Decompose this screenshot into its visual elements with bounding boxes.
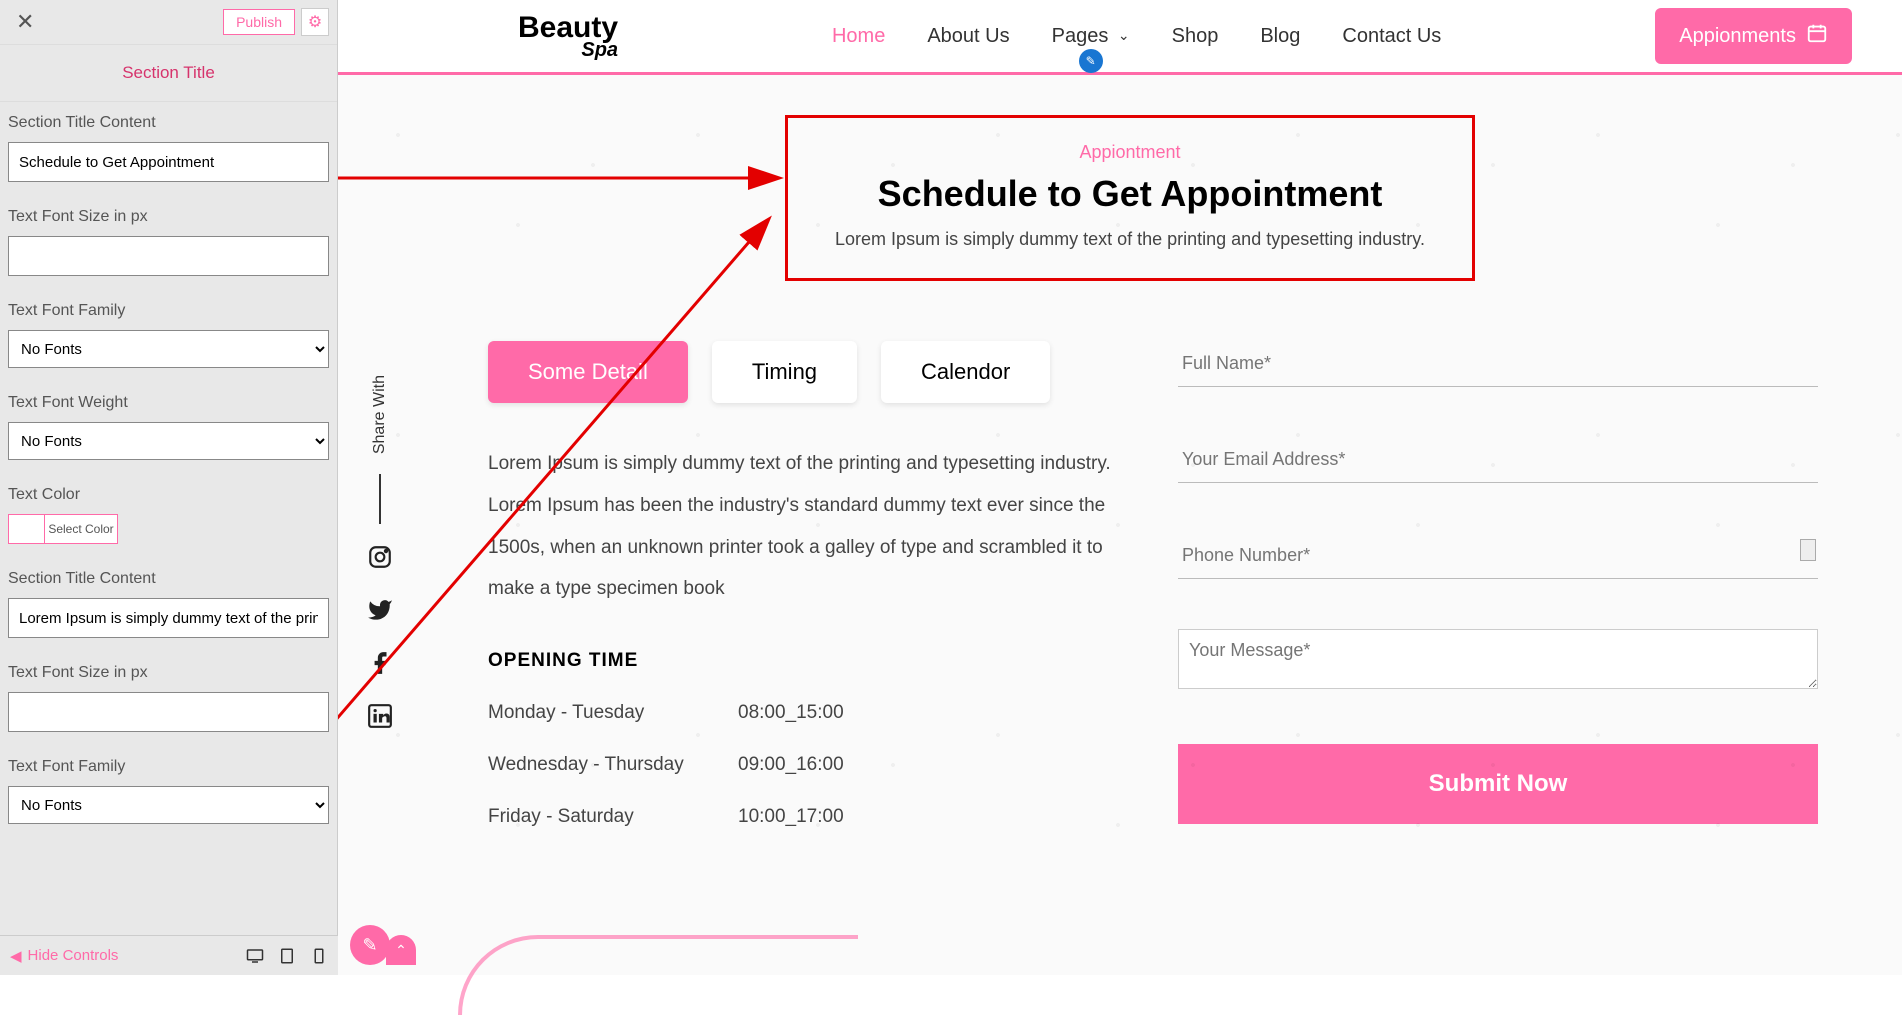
phone-input[interactable] [1178, 533, 1818, 579]
title-content-input[interactable] [8, 142, 329, 182]
hide-controls-button[interactable]: ◀ Hide Controls [10, 947, 118, 965]
nav-home[interactable]: Home [832, 25, 885, 48]
linkedin-icon[interactable] [367, 703, 393, 736]
font-size-input[interactable] [8, 236, 329, 276]
nav-shop[interactable]: Shop [1172, 25, 1219, 48]
select-color-button[interactable]: Select Color [45, 515, 117, 543]
description-text: Lorem Ipsum is simply dummy text of the … [488, 443, 1128, 610]
share-with-label: Share With [371, 375, 389, 454]
hours-day: Wednesday - Thursday [488, 754, 738, 776]
message-textarea[interactable] [1178, 629, 1818, 689]
nav-blog[interactable]: Blog [1260, 25, 1300, 48]
font-family-select[interactable]: No Fonts [8, 330, 329, 368]
hero-subtitle: Lorem Ipsum is simply dummy text of the … [828, 229, 1432, 250]
hours-time: 09:00_16:00 [738, 754, 844, 776]
desc-content-label: Section Title Content [8, 570, 329, 588]
hours-day: Monday - Tuesday [488, 702, 738, 724]
main-nav: Home About Us Pages ✎ Shop Blog Contact … [832, 25, 1441, 48]
gear-icon[interactable]: ⚙ [301, 8, 329, 36]
nav-contact[interactable]: Contact Us [1342, 25, 1441, 48]
edit-badge-icon[interactable]: ✎ [1079, 49, 1103, 73]
hours-time: 08:00_15:00 [738, 702, 844, 724]
text-color-label: Text Color [8, 486, 329, 504]
share-column: Share With [362, 375, 398, 736]
publish-button[interactable]: Publish [223, 9, 295, 35]
number-spinner-icon[interactable] [1800, 539, 1816, 561]
float-edit-icon[interactable]: ✎ [350, 925, 390, 965]
sidebar-footer: ◀ Hide Controls [0, 935, 338, 975]
font-size-label: Text Font Size in px [8, 208, 329, 226]
nav-pages[interactable]: Pages ✎ [1052, 25, 1130, 48]
font-family-label: Text Font Family [8, 302, 329, 320]
site-logo[interactable]: Beauty Spa [518, 14, 618, 59]
hours-row: Friday - Saturday 10:00_17:00 [488, 806, 1128, 828]
hero-eyebrow: Appiontment [828, 142, 1432, 163]
calendar-icon [1806, 22, 1828, 50]
sidebar-header: ✕ Publish ⚙ [0, 0, 337, 45]
font-size-label-2: Text Font Size in px [8, 664, 329, 682]
share-divider [379, 474, 381, 524]
appointment-button[interactable]: Appionments [1655, 8, 1852, 64]
page-content: Appiontment Schedule to Get Appointment … [338, 75, 1902, 975]
email-input[interactable] [1178, 437, 1818, 483]
hide-controls-label: Hide Controls [28, 947, 119, 964]
font-family-label-2: Text Font Family [8, 758, 329, 776]
tab-calendar[interactable]: Calendor [881, 341, 1050, 403]
tabs: Some Detail Timing Calendor [488, 341, 1128, 403]
tab-detail[interactable]: Some Detail [488, 341, 688, 403]
customizer-sidebar: ✕ Publish ⚙ Section Title Section Title … [0, 0, 338, 975]
tablet-icon[interactable] [278, 947, 296, 965]
desc-content-input[interactable] [8, 598, 329, 638]
font-weight-label: Text Font Weight [8, 394, 329, 412]
submit-button[interactable]: Submit Now [1178, 744, 1818, 824]
full-name-input[interactable] [1178, 341, 1818, 387]
color-picker[interactable]: Select Color [8, 514, 118, 544]
facebook-icon[interactable] [367, 650, 393, 683]
scroll-top-icon[interactable]: ⌃ [386, 935, 416, 965]
tab-timing[interactable]: Timing [712, 341, 857, 403]
font-weight-select[interactable]: No Fonts [8, 422, 329, 460]
chevron-left-icon: ◀ [10, 947, 22, 965]
preview-area: Beauty Spa Home About Us Pages ✎ Shop Bl… [338, 0, 1902, 975]
sidebar-controls: Section Title Content Text Font Size in … [0, 102, 337, 937]
font-family-select-2[interactable]: No Fonts [8, 786, 329, 824]
mobile-icon[interactable] [310, 947, 328, 965]
nav-about[interactable]: About Us [927, 25, 1009, 48]
decorative-curve [458, 935, 858, 1015]
appointment-button-label: Appionments [1679, 25, 1796, 48]
color-swatch[interactable] [9, 515, 45, 543]
hours-row: Monday - Tuesday 08:00_15:00 [488, 702, 1128, 724]
opening-time-title: OPENING TIME [488, 650, 1128, 672]
hero-title: Schedule to Get Appointment [828, 173, 1432, 215]
font-size-input-2[interactable] [8, 692, 329, 732]
site-header: Beauty Spa Home About Us Pages ✎ Shop Bl… [338, 0, 1902, 75]
section-title-tab[interactable]: Section Title [0, 45, 337, 102]
title-content-label: Section Title Content [8, 114, 329, 132]
hours-row: Wednesday - Thursday 09:00_16:00 [488, 754, 1128, 776]
hero-section: Appiontment Schedule to Get Appointment … [785, 115, 1475, 281]
nav-pages-label: Pages [1052, 25, 1109, 47]
twitter-icon[interactable] [367, 597, 393, 630]
close-icon[interactable]: ✕ [8, 9, 42, 35]
instagram-icon[interactable] [367, 544, 393, 577]
hours-day: Friday - Saturday [488, 806, 738, 828]
desktop-icon[interactable] [246, 947, 264, 965]
hours-time: 10:00_17:00 [738, 806, 844, 828]
